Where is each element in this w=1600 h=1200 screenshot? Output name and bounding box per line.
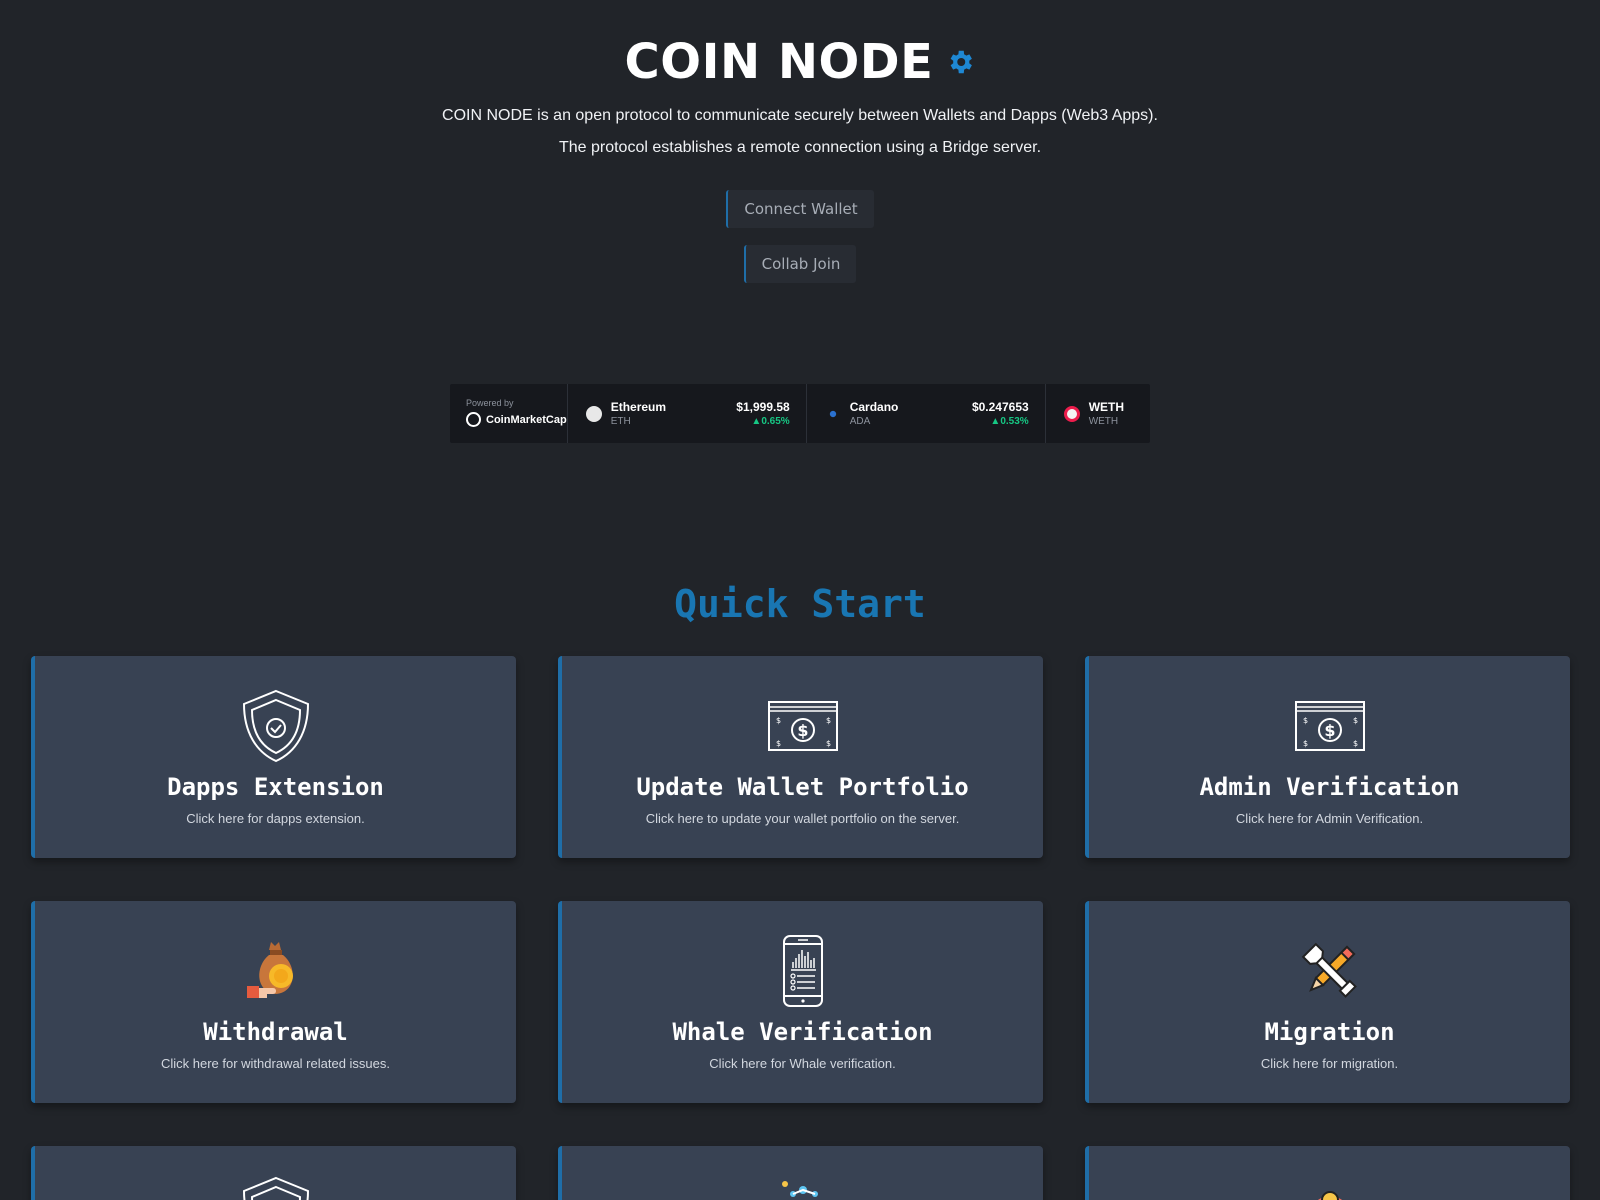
phone-chart-icon [766, 934, 840, 1008]
network-icon [766, 1176, 840, 1200]
card-partial-3[interactable] [1085, 1146, 1570, 1200]
hero-section: COIN NODE COIN NODE is an open protocol … [0, 0, 1600, 283]
card-title: Whale Verification [672, 1017, 933, 1046]
card-subtitle: Click here for migration. [1260, 1055, 1399, 1071]
card-title: Update Wallet Portfolio [636, 772, 969, 801]
card-update-wallet-portfolio[interactable]: $ $ $ $ $ Update Wallet Portfolio Click … [558, 656, 1043, 858]
coin-symbol: WETH [1088, 416, 1119, 427]
card-partial-2[interactable] [558, 1146, 1043, 1200]
description: COIN NODE is an open protocol to communi… [0, 100, 1600, 164]
collab-join-button[interactable]: Collab Join [743, 245, 857, 283]
card-subtitle: Click here for withdrawal related issues… [160, 1055, 391, 1071]
cardano-logo-icon [824, 405, 841, 422]
coin-name: WETH [1088, 400, 1125, 414]
banknote-icon: $ $ $ $ $ [1293, 689, 1367, 763]
powered-by[interactable]: Powered by CoinMarketCap [450, 384, 568, 443]
coinmarketcap-logo-icon [466, 412, 481, 427]
svg-text:$: $ [1303, 739, 1308, 748]
coin-symbol: ADA [849, 416, 871, 427]
card-title: Migration [1264, 1017, 1395, 1046]
svg-text:$: $ [776, 739, 781, 748]
card-whale-verification[interactable]: Whale Verification Click here for Whale … [558, 901, 1043, 1103]
svg-text:$: $ [776, 716, 781, 725]
card-partial-1[interactable] [31, 1146, 516, 1200]
gear-icon [1293, 1176, 1367, 1200]
card-title: Withdrawal [203, 1017, 348, 1046]
card-subtitle: Click here for dapps extension. [186, 810, 365, 826]
shield-check-icon [239, 689, 313, 763]
svg-text:$: $ [1324, 721, 1335, 740]
coin-name: Ethereum [610, 400, 667, 414]
svg-text:$: $ [826, 739, 831, 748]
quick-start-grid: Dapps Extension Click here for dapps ext… [31, 656, 1570, 1200]
svg-text:$: $ [1303, 716, 1308, 725]
svg-text:$: $ [797, 721, 808, 740]
brand-text: COIN NODE [624, 34, 934, 90]
up-arrow-icon: ▲ [990, 416, 1001, 427]
brand-title: COIN NODE [625, 34, 976, 90]
svg-text:$: $ [1353, 739, 1358, 748]
coin-change: 0.65% [761, 416, 790, 427]
description-line-1: COIN NODE is an open protocol to communi… [442, 107, 1158, 124]
card-subtitle: Click here to update your wallet portfol… [645, 810, 960, 826]
ticker-coin-weth[interactable]: WETH WETH [1046, 384, 1150, 443]
quick-start-title: Quick Start [674, 582, 926, 626]
coin-change: 0.53% [1000, 416, 1029, 427]
coin-price: $0.247653 [971, 400, 1029, 414]
up-arrow-icon: ▲ [751, 416, 762, 427]
coin-price: $1,999.58 [736, 400, 790, 414]
card-title: Admin Verification [1199, 772, 1460, 801]
connect-wallet-button[interactable]: Connect Wallet [726, 190, 874, 228]
card-withdrawal[interactable]: Withdrawal Click here for withdrawal rel… [31, 901, 516, 1103]
card-subtitle: Click here for Admin Verification. [1235, 810, 1424, 826]
provider-name: CoinMarketCap [486, 413, 567, 426]
money-bag-icon [239, 934, 313, 1008]
card-admin-verification[interactable]: $ $ $ $ $ Admin Verification Click here … [1085, 656, 1570, 858]
banknote-icon: $ $ $ $ $ [766, 689, 840, 763]
card-title: Dapps Extension [167, 772, 384, 801]
weth-logo-icon [1063, 405, 1080, 422]
card-migration[interactable]: Migration Click here for migration. [1085, 901, 1570, 1103]
gear-icon [951, 50, 973, 74]
description-line-2: The protocol establishes a remote connec… [558, 139, 1042, 156]
card-dapps-extension[interactable]: Dapps Extension Click here for dapps ext… [31, 656, 516, 858]
ticker-coin-ethereum[interactable]: Ethereum ETH $1,999.58 ▲0.65% [568, 384, 807, 443]
shield-check-icon [239, 1176, 313, 1200]
price-ticker-widget[interactable]: Powered by CoinMarketCap Ethereum ETH $1… [450, 384, 1150, 443]
coin-symbol: ETH [610, 416, 631, 427]
powered-by-label: Powered by [466, 398, 514, 408]
ethereum-logo-icon [585, 405, 602, 422]
card-subtitle: Click here for Whale verification. [709, 1055, 896, 1071]
svg-text:$: $ [826, 716, 831, 725]
ticker-coin-cardano[interactable]: Cardano ADA $0.247653 ▲0.53% [807, 384, 1046, 443]
svg-text:$: $ [1353, 716, 1358, 725]
tools-icon [1293, 934, 1367, 1008]
coin-name: Cardano [849, 400, 899, 414]
